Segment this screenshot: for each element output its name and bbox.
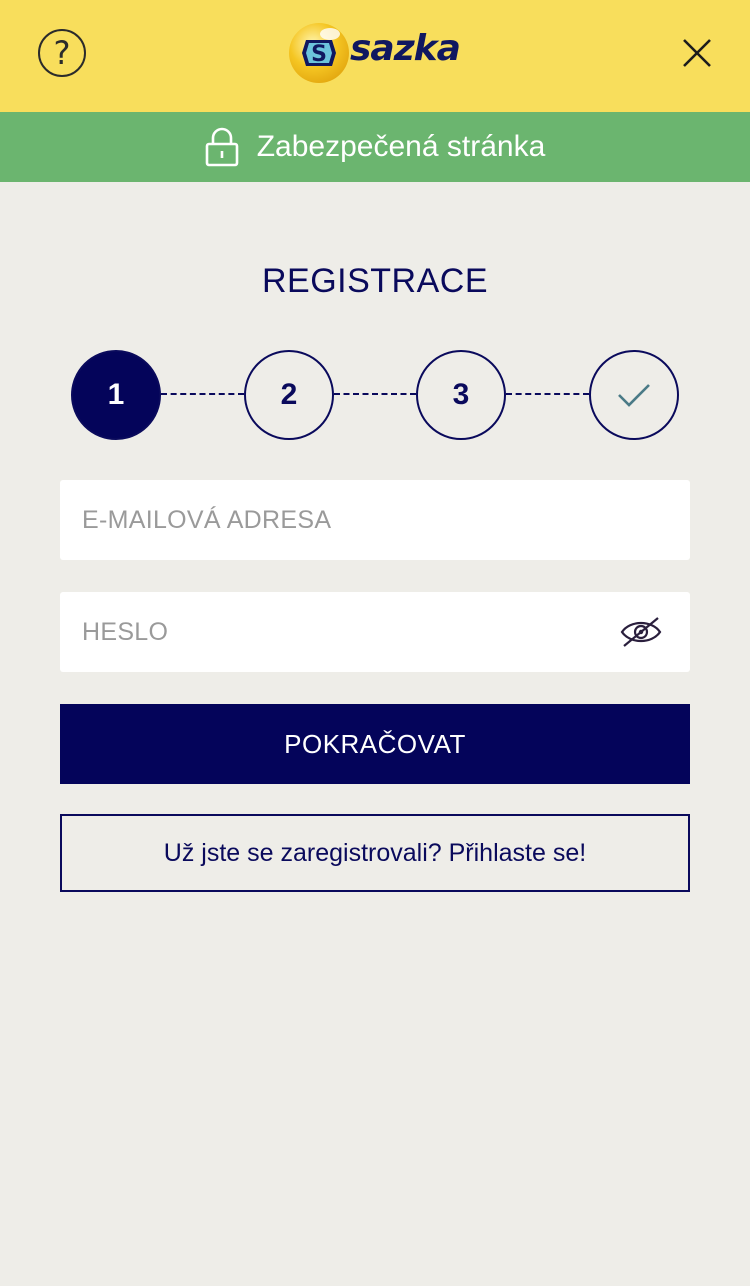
step-connector xyxy=(161,393,244,395)
close-icon xyxy=(683,39,711,67)
secure-page-bar: Zabezpečená stránka xyxy=(0,112,750,182)
sazka-logo[interactable]: S sazka xyxy=(286,20,466,86)
page-title: REGISTRACE xyxy=(261,262,489,300)
app-header: ? S sazka xyxy=(0,0,750,112)
email-field[interactable] xyxy=(60,480,690,560)
step-1: 1 xyxy=(71,350,161,440)
secure-page-label: Zabezpečená stránka xyxy=(256,130,546,163)
email-input[interactable] xyxy=(60,480,690,560)
registration-stepper: 1 2 3 xyxy=(0,350,750,440)
step-connector xyxy=(334,393,416,395)
login-link-button[interactable]: Už jste se zaregistrovali? Přihlaste se! xyxy=(60,814,690,892)
step-label: 1 xyxy=(107,378,125,411)
step-3: 3 xyxy=(416,350,506,440)
password-field[interactable] xyxy=(60,592,690,672)
check-icon xyxy=(618,384,650,407)
step-connector xyxy=(506,393,589,395)
lock-icon xyxy=(205,127,239,167)
step-label: 3 xyxy=(452,378,470,411)
continue-button[interactable]: POKRAČOVAT xyxy=(60,704,690,784)
question-circle-icon: ? xyxy=(53,34,71,72)
help-button[interactable]: ? xyxy=(38,29,86,77)
password-input[interactable] xyxy=(60,592,690,672)
eye-off-icon[interactable] xyxy=(620,616,662,648)
step-2: 2 xyxy=(244,350,334,440)
close-button[interactable] xyxy=(680,36,714,70)
svg-text:S: S xyxy=(311,42,327,67)
step-label: 2 xyxy=(280,378,298,411)
sazka-logo-ball-icon: S xyxy=(289,23,349,83)
logo-wordmark: sazka xyxy=(350,28,461,69)
step-done xyxy=(589,350,679,440)
